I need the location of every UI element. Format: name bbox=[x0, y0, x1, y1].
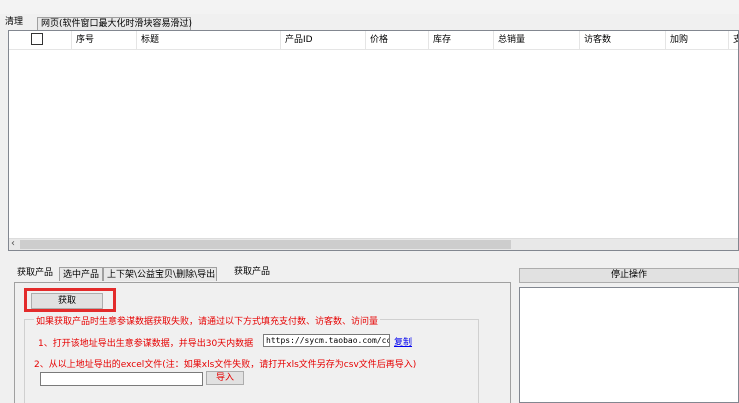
step2-label: 2、从以上地址导出的excel文件(注：如果xls文件失败，请打开xls文件另存… bbox=[34, 360, 417, 370]
scroll-left-arrow-icon[interactable]: ‹ bbox=[11, 238, 15, 249]
tab-get-products[interactable]: 获取产品 bbox=[14, 266, 57, 282]
column-header-stock[interactable]: 库存 bbox=[429, 31, 494, 49]
product-grid[interactable]: 序号 标题 产品ID 价格 库存 总销量 访客数 加购 支 ‹ bbox=[8, 30, 739, 251]
select-all-checkbox[interactable] bbox=[31, 33, 43, 45]
tab-webpage[interactable]: 网页(软件窗口最大化时滑块容易滑过) bbox=[37, 17, 192, 30]
grid-header: 序号 标题 产品ID 价格 库存 总销量 访客数 加购 支 bbox=[9, 31, 738, 50]
get-button-highlight: 获取 bbox=[24, 288, 116, 312]
tab-selected-products[interactable]: 选中产品 bbox=[59, 267, 103, 281]
horizontal-scrollbar[interactable]: ‹ bbox=[9, 238, 738, 250]
scrollbar-thumb[interactable] bbox=[20, 240, 511, 249]
file-path-input[interactable] bbox=[40, 372, 203, 386]
sycm-url-field[interactable]: https://sycm.taobao.com/cc/macro bbox=[263, 334, 390, 347]
column-header-price[interactable]: 价格 bbox=[366, 31, 429, 49]
column-header-index[interactable]: 序号 bbox=[72, 31, 137, 49]
stop-operation-button[interactable]: 停止操作 bbox=[519, 268, 739, 283]
column-header-truncated[interactable]: 支 bbox=[729, 31, 738, 49]
column-header-total-sales[interactable]: 总销量 bbox=[494, 31, 580, 49]
fallback-note: 如果获取产品时生意参谋数据获取失败，请通过以下方式填充支付数、访客数、访问量 bbox=[34, 314, 381, 327]
column-header-title[interactable]: 标题 bbox=[137, 31, 281, 49]
column-header-add-to-cart[interactable]: 加购 bbox=[666, 31, 729, 49]
top-band bbox=[0, 0, 739, 14]
copy-link[interactable]: 复制 bbox=[394, 335, 412, 348]
step1-label: 1、打开该地址导出生意参谋数据，并导出30天内数据 bbox=[38, 339, 254, 349]
select-all-column bbox=[9, 31, 72, 49]
column-header-product-id[interactable]: 产品ID bbox=[281, 31, 366, 49]
get-button[interactable]: 获取 bbox=[31, 293, 103, 309]
section-label-get-products: 获取产品 bbox=[234, 267, 271, 277]
import-button[interactable]: 导入 bbox=[206, 371, 244, 385]
tab-listing-operations[interactable]: 上下架\公益宝贝\删除\导出 bbox=[103, 267, 217, 281]
column-header-visitors[interactable]: 访客数 bbox=[580, 31, 666, 49]
tab-clean[interactable]: 清理 bbox=[2, 16, 27, 31]
log-output-box[interactable] bbox=[519, 287, 739, 403]
